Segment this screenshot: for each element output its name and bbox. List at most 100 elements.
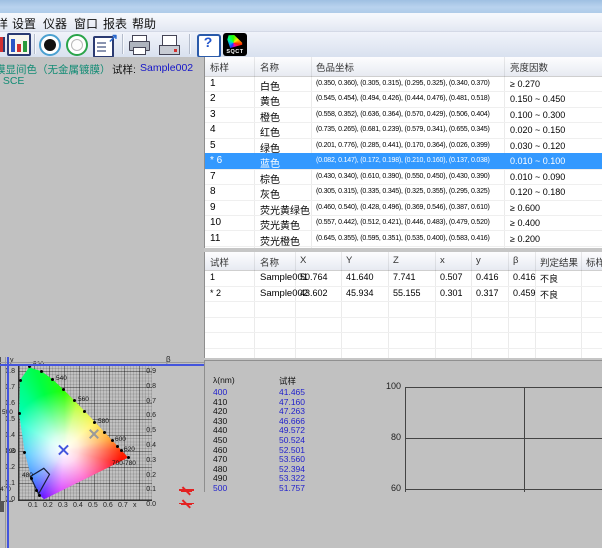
table-row[interactable]: 1Sample00150.76441.6407.7410.5070.4160.4… xyxy=(205,270,602,287)
column-header[interactable]: X xyxy=(300,255,306,266)
table-row[interactable]: 8灰色(0.305, 0.315), (0.335, 0.345), (0.32… xyxy=(205,184,602,200)
beta-scale-tick: 0.9 xyxy=(140,368,156,375)
x-axis-tick: 0.5 xyxy=(88,502,98,509)
column-header[interactable]: Z xyxy=(393,255,399,266)
standards-header: 标样 名称 色品坐标 亮度因数 xyxy=(205,57,602,77)
wavelength-label: 620 xyxy=(124,446,135,453)
table-row[interactable]: * 2Sample00243.60245.93455.1550.3010.317… xyxy=(205,286,602,303)
samples-table: 试样 名称 X Y Zx y β 判定结果标样1Sample00150.76441.6407.… xyxy=(204,252,602,358)
export-report-icon[interactable]: ↗ xyxy=(92,33,116,56)
calibrate-icon[interactable] xyxy=(65,33,89,56)
print-icon[interactable] xyxy=(127,33,151,56)
value-Y: 41.640 xyxy=(346,272,374,282)
toolbar-separator xyxy=(122,34,124,54)
value-x: 0.301 xyxy=(440,288,463,298)
spectral-sample-value: 52.394 xyxy=(279,464,305,474)
chart-y-tick: 60 xyxy=(375,483,401,493)
menu-item-3[interactable]: 仪器 xyxy=(43,15,67,32)
wavelength-value: 420 xyxy=(213,406,227,416)
standard-factor: ≥ 0.400 xyxy=(510,218,540,228)
wavelength-label: 540 xyxy=(56,375,67,382)
menu-item-2[interactable]: 设置 xyxy=(12,15,36,32)
x-axis-tick: 0.1 xyxy=(28,502,38,509)
value-Z: 55.155 xyxy=(393,288,421,298)
column-header[interactable]: 判定结果 xyxy=(540,255,578,269)
table-row[interactable]: 11荧光橙色(0.645, 0.355), (0.595, 0.351), (0… xyxy=(205,231,602,247)
wavelength-value: 470 xyxy=(213,454,227,464)
standard-id: 1 xyxy=(210,78,216,89)
column-header[interactable]: y xyxy=(476,255,481,266)
column-header[interactable]: β xyxy=(513,255,518,266)
spectral-sample-value: 47.160 xyxy=(279,397,305,407)
column-header[interactable]: 色品坐标 xyxy=(316,60,354,74)
standard-coords: (0.082, 0.147), (0.172, 0.198), (0.210, … xyxy=(316,157,490,164)
beta-scale-tick: 0.5 xyxy=(140,427,156,434)
column-header[interactable]: 标样 xyxy=(210,60,229,74)
menu-item-4[interactable]: 窗口 xyxy=(74,15,98,32)
table-row[interactable]: 3橙色(0.558, 0.352), (0.636, 0.364), (0.57… xyxy=(205,107,602,123)
standard-factor: 0.010 ~ 0.100 xyxy=(510,156,565,166)
wavelength-value: 480 xyxy=(213,464,227,474)
column-header[interactable]: 标样 xyxy=(586,255,602,269)
column-header[interactable]: 名称 xyxy=(260,255,279,269)
column-header[interactable]: 名称 xyxy=(260,60,279,74)
standards-table: 标样 名称 色品坐标 亮度因数 1白色(0.350, 0.360), (0.305, 0… xyxy=(204,57,602,248)
table-row[interactable]: 10荧光黄色(0.557, 0.442), (0.512, 0.421), (0… xyxy=(205,215,602,231)
value-Y: 45.934 xyxy=(346,288,374,298)
measure-sample-icon[interactable] xyxy=(38,33,62,56)
x-axis-tick: 0.4 xyxy=(73,502,83,509)
locus-dot xyxy=(38,494,41,497)
locus-dot xyxy=(40,370,43,373)
locus-dot xyxy=(73,399,76,402)
locus-dot xyxy=(19,379,22,382)
chart-y-axis xyxy=(405,387,406,492)
wavelength-value: 430 xyxy=(213,416,227,426)
table-row[interactable]: 5绿色(0.201, 0.776), (0.285, 0.441), (0.17… xyxy=(205,138,602,154)
locus-dot xyxy=(103,431,106,434)
column-header[interactable]: 试样 xyxy=(210,255,229,269)
beta-scale-tick: 0.1 xyxy=(140,486,156,493)
print-output-icon[interactable] xyxy=(157,33,181,56)
locus-dot xyxy=(111,439,114,442)
beta-scale-tick: 0.6 xyxy=(140,412,156,419)
judgement: 不良 xyxy=(540,288,558,301)
table-row[interactable]: 7棕色(0.430, 0.340), (0.610, 0.390), (0.55… xyxy=(205,169,602,185)
value-beta: 0.459 xyxy=(513,288,536,298)
empty-row xyxy=(205,348,602,358)
column-header[interactable]: 亮度因数 xyxy=(510,60,548,74)
spectral-panel: λ(nm)试样40041.46541047.16042047.26343046.… xyxy=(204,360,602,492)
value-x: 0.507 xyxy=(440,272,463,282)
toolbar: ↗ ? SQCT xyxy=(0,32,602,58)
x-axis-title: x xyxy=(133,502,137,509)
table-row[interactable]: 4红色(0.735, 0.265), (0.681, 0.239), (0.57… xyxy=(205,122,602,138)
chart-y-tick: 80 xyxy=(375,432,401,442)
standard-factor: ≥ 0.600 xyxy=(510,203,540,213)
sample-id: * 2 xyxy=(210,288,221,298)
chart-gridline-v xyxy=(524,387,525,492)
table-row[interactable]: 1白色(0.350, 0.360), (0.305, 0.315), (0.29… xyxy=(205,76,602,92)
column-header[interactable]: Y xyxy=(346,255,352,266)
column-header[interactable]: x xyxy=(440,255,445,266)
wavelength-label: 600 xyxy=(115,436,126,443)
bar-chart-icon[interactable] xyxy=(7,33,31,56)
table-row[interactable]: 9荧光黄绿色(0.460, 0.540), (0.428, 0.496), (0… xyxy=(205,200,602,216)
menu-item-5[interactable]: 报表 xyxy=(103,15,127,32)
menu-item-6[interactable]: 帮助 xyxy=(132,15,156,32)
menu-item-1[interactable]: 样 xyxy=(0,15,8,32)
help-icon[interactable]: ? xyxy=(196,33,220,56)
sample-name-link[interactable]: Sample002 xyxy=(140,62,193,74)
menu-bar: 样设置仪器窗口报表帮助 xyxy=(0,13,602,32)
standard-name: 荧光橙色 xyxy=(260,233,300,248)
clipped-icon[interactable] xyxy=(0,33,5,56)
wavelength-value: 460 xyxy=(213,445,227,455)
chart-gridline-h xyxy=(405,438,602,439)
table-row[interactable]: * 6蓝色(0.082, 0.147), (0.172, 0.198), (0.… xyxy=(205,153,602,169)
standard-id: 4 xyxy=(210,124,216,135)
empty-row xyxy=(205,317,602,334)
sqct-logo[interactable]: SQCT xyxy=(223,33,247,56)
tolerance-polygon xyxy=(0,357,204,548)
table-row[interactable]: 2黄色(0.545, 0.454), (0.494, 0.426), (0.44… xyxy=(205,91,602,107)
standard-id: 5 xyxy=(210,140,216,151)
beta-scale-tick: 0.4 xyxy=(140,442,156,449)
standard-factor: ≥ 0.270 xyxy=(510,79,540,89)
